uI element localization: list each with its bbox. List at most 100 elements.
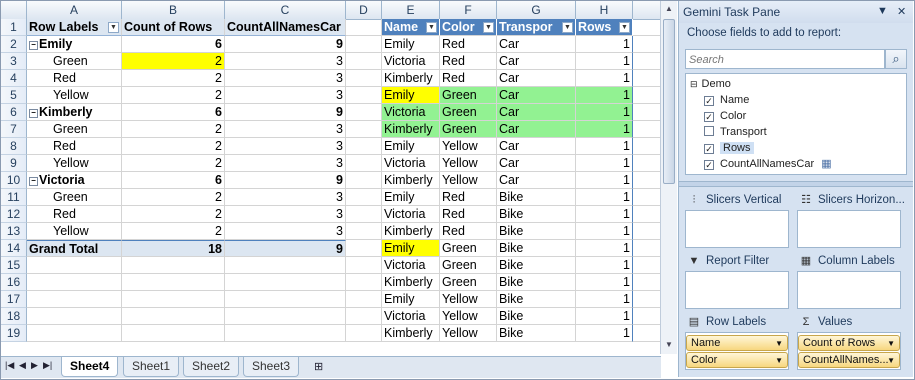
grid-cell[interactable]	[346, 155, 382, 172]
pivot-countallnames-cell[interactable]: 3	[225, 53, 346, 70]
table-cell[interactable]: Bike	[497, 291, 576, 308]
grid-cell[interactable]	[633, 104, 663, 121]
field-item[interactable]: ✓ Rows	[704, 140, 754, 156]
row-header[interactable]: 5	[1, 87, 27, 104]
pivot-row-label[interactable]: Red	[27, 206, 122, 223]
chevron-down-icon[interactable]: ▼	[775, 336, 783, 351]
pivot-count-cell[interactable]: 2	[122, 189, 225, 206]
search-icon[interactable]: ⌕	[885, 49, 907, 69]
slicers-horizontal-drop-area[interactable]	[797, 210, 901, 248]
pivot-row-label[interactable]: Yellow	[27, 87, 122, 104]
table-cell[interactable]: 1	[576, 53, 633, 70]
grid-cell[interactable]	[633, 87, 663, 104]
table-cell[interactable]: 1	[576, 70, 633, 87]
row-header[interactable]: 8	[1, 138, 27, 155]
table-cell[interactable]: 1	[576, 308, 633, 325]
scroll-down-icon[interactable]: ▼	[662, 338, 676, 352]
sheet-tab-sheet2[interactable]: Sheet2	[183, 357, 240, 377]
grid-cell[interactable]	[122, 291, 225, 308]
grid-cell[interactable]	[346, 70, 382, 87]
table-cell[interactable]: Emily	[382, 138, 440, 155]
column-header-e[interactable]: E	[382, 1, 440, 19]
filter-dropdown-icon[interactable]: ▼	[426, 22, 437, 33]
grid-cell[interactable]	[633, 70, 663, 87]
row-header[interactable]: 13	[1, 223, 27, 240]
row-header[interactable]: 14	[1, 240, 27, 257]
table-cell[interactable]: Green	[440, 121, 497, 138]
sheet-tab-sheet4[interactable]: Sheet4	[61, 357, 119, 377]
grid-cell[interactable]	[633, 121, 663, 138]
grid-cell[interactable]	[633, 291, 663, 308]
pivot-row-label[interactable]: Grand Total	[27, 240, 122, 257]
row-header[interactable]: 19	[1, 325, 27, 342]
grid-cell[interactable]	[225, 325, 346, 342]
row-header[interactable]: 16	[1, 274, 27, 291]
pivot-countallnames-cell[interactable]: 3	[225, 223, 346, 240]
search-input[interactable]	[686, 50, 881, 70]
grid-cell[interactable]	[633, 138, 663, 155]
field-chip[interactable]: Name ▼	[686, 335, 788, 351]
table-cell[interactable]: Kimberly	[382, 70, 440, 87]
column-header-d[interactable]: D	[346, 1, 382, 19]
table-header-transpor[interactable]: Transpor ▼	[497, 19, 576, 36]
grid-cell[interactable]	[346, 19, 382, 36]
table-cell[interactable]: Red	[440, 70, 497, 87]
table-cell[interactable]: Bike	[497, 206, 576, 223]
grid-cell[interactable]	[633, 274, 663, 291]
grid-cell[interactable]	[633, 36, 663, 53]
pivot-row-label[interactable]: Green	[27, 189, 122, 206]
table-cell[interactable]: 1	[576, 240, 633, 257]
pivot-header-countallnamescar[interactable]: CountAllNamesCar	[225, 19, 346, 36]
row-header[interactable]: 11	[1, 189, 27, 206]
collapse-icon[interactable]: ⊟	[690, 79, 698, 89]
pivot-count-cell[interactable]: 6	[122, 104, 225, 121]
grid-cell[interactable]	[346, 223, 382, 240]
table-cell[interactable]: Emily	[382, 87, 440, 104]
row-header[interactable]: 6	[1, 104, 27, 121]
pivot-count-cell[interactable]: 2	[122, 121, 225, 138]
grid-cell[interactable]	[633, 240, 663, 257]
grid-cell[interactable]	[633, 189, 663, 206]
filter-dropdown-icon[interactable]: ▼	[562, 22, 573, 33]
last-sheet-icon[interactable]: ▶|	[43, 360, 52, 371]
grid-cell[interactable]	[346, 121, 382, 138]
pivot-countallnames-cell[interactable]: 3	[225, 87, 346, 104]
grid-cell[interactable]	[346, 206, 382, 223]
pivot-countallnames-cell[interactable]: 3	[225, 138, 346, 155]
grid-cell[interactable]	[633, 19, 663, 36]
table-cell[interactable]: Yellow	[440, 325, 497, 342]
table-cell[interactable]: Car	[497, 121, 576, 138]
grid-cell[interactable]	[27, 308, 122, 325]
sheet-tab-sheet3[interactable]: Sheet3	[243, 357, 300, 377]
table-cell[interactable]: Red	[440, 36, 497, 53]
table-cell[interactable]: Green	[440, 104, 497, 121]
table-cell[interactable]: 1	[576, 172, 633, 189]
table-cell[interactable]: 1	[576, 257, 633, 274]
table-cell[interactable]: Bike	[497, 274, 576, 291]
table-cell[interactable]: 1	[576, 325, 633, 342]
search-box[interactable]	[685, 49, 885, 70]
grid-cell[interactable]	[225, 274, 346, 291]
table-cell[interactable]: Kimberly	[382, 325, 440, 342]
column-labels-drop-area[interactable]	[797, 271, 901, 309]
grid-cell[interactable]	[633, 223, 663, 240]
table-cell[interactable]: Kimberly	[382, 274, 440, 291]
grid-cell[interactable]	[346, 274, 382, 291]
table-cell[interactable]: Emily	[382, 240, 440, 257]
table-cell[interactable]: Red	[440, 53, 497, 70]
collapse-icon[interactable]: −	[29, 109, 38, 118]
table-cell[interactable]: 1	[576, 36, 633, 53]
grid-cell[interactable]	[633, 325, 663, 342]
table-cell[interactable]: Yellow	[440, 291, 497, 308]
table-cell[interactable]: Victoria	[382, 104, 440, 121]
pivot-count-cell[interactable]: 2	[122, 70, 225, 87]
table-cell[interactable]: Yellow	[440, 172, 497, 189]
grid-cell[interactable]	[346, 53, 382, 70]
table-cell[interactable]: Emily	[382, 291, 440, 308]
table-cell[interactable]: Red	[440, 189, 497, 206]
pivot-header-count-of-rows[interactable]: Count of Rows	[122, 19, 225, 36]
grid-cell[interactable]	[27, 274, 122, 291]
pane-menu-chevron-down-icon[interactable]: ▼	[877, 5, 888, 17]
vertical-scrollbar[interactable]: ▲ ▼	[660, 1, 677, 354]
table-cell[interactable]: Victoria	[382, 308, 440, 325]
